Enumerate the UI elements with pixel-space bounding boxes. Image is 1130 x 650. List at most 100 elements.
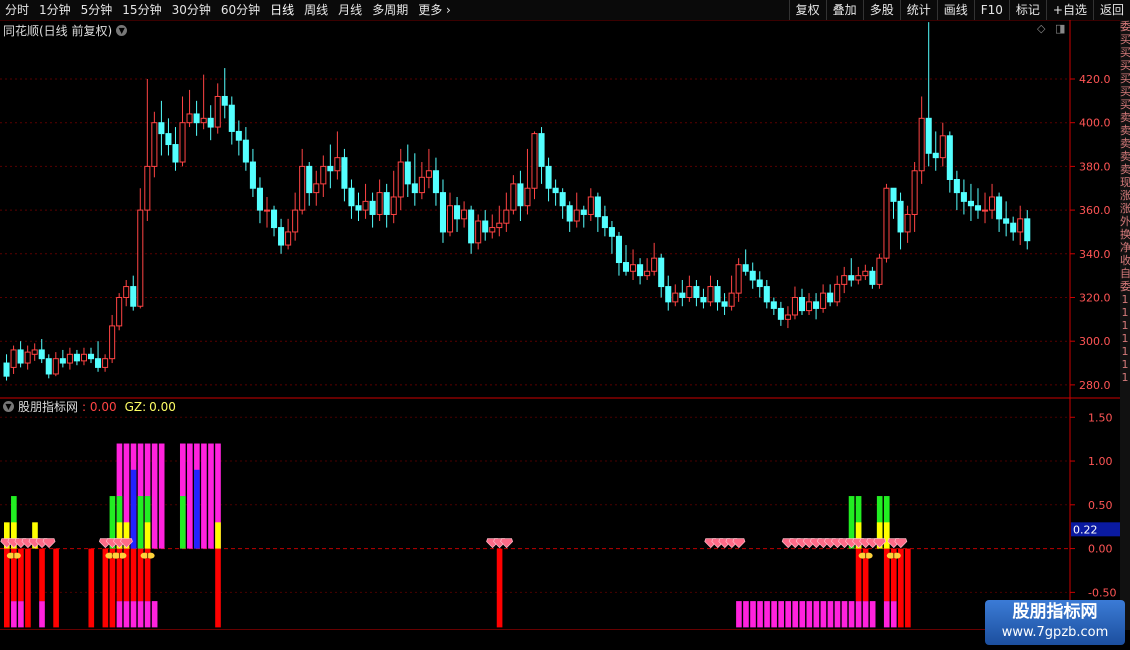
tab-60min[interactable]: 60分钟 [216,0,265,20]
strip-char: 1 [1121,293,1129,306]
candle-up [24,351,31,364]
candle-up [496,222,503,229]
candle-down [249,161,256,189]
mark-button[interactable]: 标记 [1008,0,1046,20]
tab-30min[interactable]: 30分钟 [167,0,216,20]
neg-magenta-bar [18,601,24,628]
watermark-name: 股朋指标网 [1012,602,1098,622]
candle-down [869,270,876,285]
neg-magenta-bar [39,601,45,628]
candle-down [468,209,475,244]
diamond-icon[interactable]: ◇ [1037,22,1045,35]
current-value-label: 0.22 [1073,523,1098,536]
candle-down [580,209,587,215]
candle-up [510,183,517,211]
candle-down [271,209,278,229]
tool-buttons: 复权 叠加 多股 统计 画线 F10 标记 +自选 返回 [788,0,1130,20]
candle-up [214,95,221,128]
chevron-down-icon[interactable]: ▼ [3,401,14,412]
candle-up [425,170,432,178]
neg-magenta-bar [736,601,742,628]
candle-down [538,133,545,167]
strip-char: 1 [1121,332,1129,345]
candle-up [10,349,17,368]
tab-5min[interactable]: 5分钟 [76,0,118,20]
candle-down [355,205,362,211]
y-tick-label: 1.00 [1088,455,1113,468]
candle-down [545,165,552,189]
candle-up [876,257,883,285]
neg-magenta-bar [130,601,137,628]
tab-weekly[interactable]: 周线 [299,0,333,20]
candle-up [672,292,679,303]
neg-magenta-bar [785,601,792,628]
candle-down [665,286,672,303]
chart-area[interactable]: 280.0 300.0 320.0 340.0 360.0 380.0 400.0 420.0… [0,20,1120,630]
tab-1min[interactable]: 1分钟 [34,0,76,20]
candle-down [278,227,285,246]
neg-red-bar [39,548,45,602]
neg-red-bar [4,548,10,628]
candle-up [102,358,109,368]
y-tick-label: 340.0 [1079,248,1111,261]
candle-up [1017,218,1024,233]
signal-bar-magenta [151,443,158,549]
candle-down [242,139,249,163]
candle-up [728,292,735,307]
candle-down [897,200,904,233]
strip-char: 外 [1120,215,1130,228]
indicator-title: ▼ 股朋指标网 : 0.00 GZ: 0.00 [3,398,176,415]
back-button[interactable]: 返回 [1092,0,1130,20]
strip-char: 1 [1121,319,1129,332]
statistics-button[interactable]: 统计 [899,0,937,20]
strip-char: 1 [1121,306,1129,319]
candle-up [651,257,658,272]
neg-red-bar [102,548,109,628]
overlay-button[interactable]: 叠加 [825,0,863,20]
signal-bar-blue [130,469,137,549]
f10-button[interactable]: F10 [973,0,1009,20]
butterfly-icon [886,552,901,559]
stock-name-label: 同花顺(日线 前复权) [3,24,113,38]
tab-daily[interactable]: 日线 [265,0,299,20]
strip-char: 买 [1120,98,1130,111]
tab-monthly[interactable]: 月线 [333,0,367,20]
candle-up [123,286,130,298]
tab-more[interactable]: 更多 › [413,0,456,20]
candle-down [960,192,967,202]
window-icon[interactable]: ◨ [1055,22,1065,35]
tab-multi-period[interactable]: 多周期 [367,0,413,20]
candle-up [707,286,714,303]
candle-up [200,117,207,124]
indicator-value: : 0.00 [82,399,117,414]
signal-bar-blue [194,469,200,549]
candle-down [798,296,806,312]
candle-up [989,196,996,211]
strip-char: 换 [1120,228,1130,241]
tab-15min[interactable]: 15分钟 [117,0,166,20]
tab-fenshi[interactable]: 分时 [0,0,34,20]
neg-red-bar [905,548,911,628]
neg-magenta-bar [151,601,158,628]
candle-down [59,358,66,364]
candle-up [109,325,116,360]
y-tick-label: 280.0 [1079,379,1111,392]
signal-bar-magenta [187,443,193,549]
candle-up [292,209,299,233]
candle-up [116,296,123,327]
candle-down [813,301,820,309]
draw-line-button[interactable]: 画线 [936,0,974,20]
candle-up [820,292,827,309]
chart-top-right-icons: ◇ ◨ [1037,22,1065,35]
chevron-down-icon[interactable]: ▼ [116,25,128,36]
signal-bar-yellow [144,522,151,549]
candle-up [573,209,580,222]
candle-down [411,183,418,194]
add-watchlist-button[interactable]: +自选 [1045,0,1093,20]
y-tick-label: 360.0 [1079,204,1111,217]
strip-char: 1 [1121,358,1129,371]
multi-stock-button[interactable]: 多股 [862,0,900,20]
candle-up [334,157,341,172]
restore-rights-button[interactable]: 复权 [788,0,826,20]
candle-down [714,286,721,303]
